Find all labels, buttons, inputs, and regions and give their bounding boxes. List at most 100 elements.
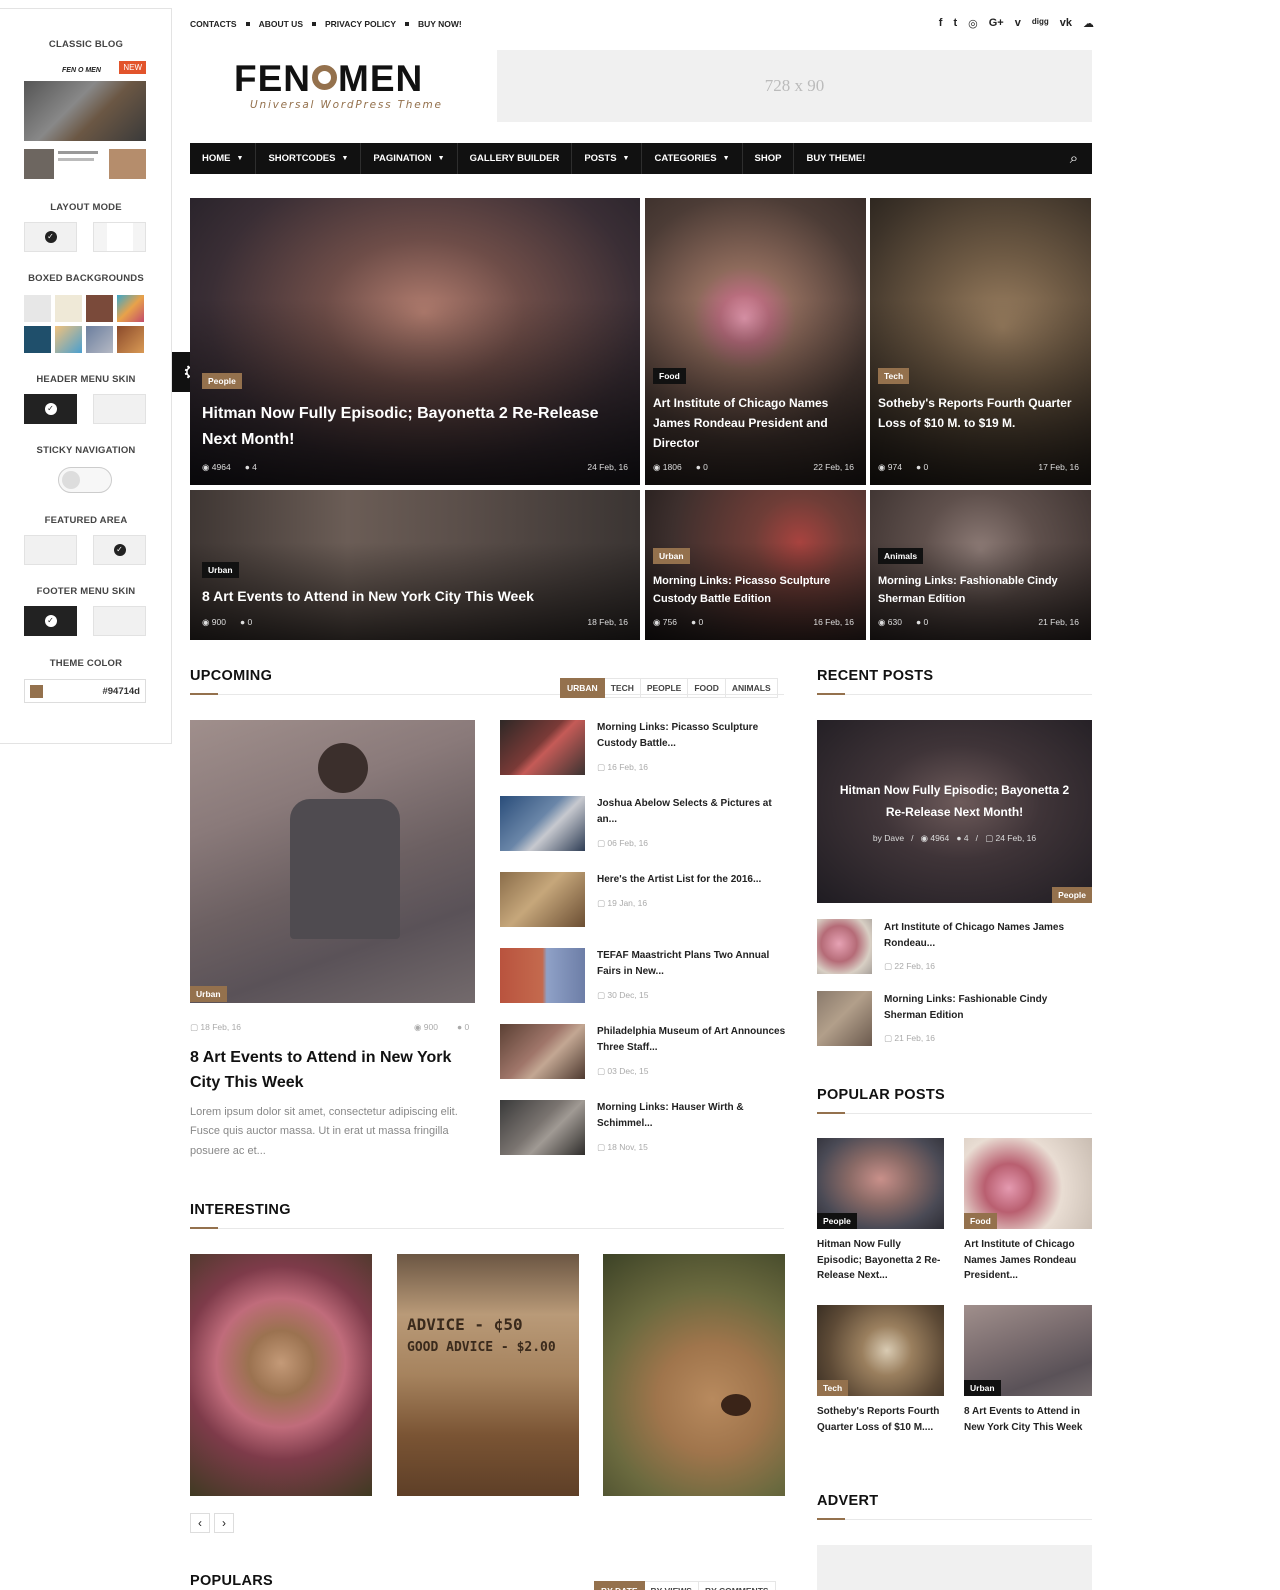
category-badge[interactable]: Tech	[878, 368, 910, 384]
sidebar-ad-placeholder[interactable]	[817, 1545, 1092, 1590]
top-link-privacy[interactable]: PRIVACY POLICY	[325, 19, 396, 29]
nav-item-gallery-builder[interactable]: GALLERY BUILDER	[458, 143, 573, 174]
interesting-image[interactable]	[603, 1254, 785, 1496]
search-icon[interactable]: ⌕	[1056, 143, 1092, 174]
layout-mode-wide-option[interactable]: ✓	[24, 222, 77, 252]
footer-skin-light-option[interactable]	[93, 606, 146, 636]
background-swatch[interactable]	[86, 295, 113, 322]
background-swatch[interactable]	[24, 326, 51, 353]
post-title[interactable]: TEFAF Maastricht Plans Two Annual Fairs …	[597, 948, 787, 979]
post-title[interactable]: Hitman Now Fully Episodic; Bayonetta 2 R…	[829, 780, 1080, 823]
background-swatch[interactable]	[86, 326, 113, 353]
carousel-prev-button[interactable]: ‹	[190, 1513, 210, 1533]
featured-post-large[interactable]: People Hitman Now Fully Episodic; Bayone…	[190, 198, 640, 485]
soundcloud-icon[interactable]: ☁	[1083, 17, 1094, 30]
footer-skin-dark-option[interactable]: ✓	[24, 606, 77, 636]
featured-area-option-1[interactable]	[24, 535, 77, 565]
post-title[interactable]: Hitman Now Fully Episodic; Bayonetta 2 R…	[202, 401, 628, 452]
sticky-navigation-toggle[interactable]	[58, 467, 112, 493]
featured-post[interactable]: Urban 8 Art Events to Attend in New York…	[190, 490, 640, 640]
post-title[interactable]: Sotheby's Reports Fourth Quarter Loss of…	[817, 1404, 944, 1435]
top-link-buy[interactable]: BUY NOW!	[418, 19, 462, 29]
post-title[interactable]: Here's the Artist List for the 2016...	[597, 872, 787, 888]
post-thumbnail[interactable]	[500, 720, 585, 775]
interesting-image[interactable]	[190, 1254, 372, 1496]
category-badge[interactable]: Tech	[817, 1380, 849, 1396]
theme-color-picker[interactable]: #94714d	[24, 679, 146, 703]
category-badge[interactable]: Urban	[202, 562, 239, 578]
nav-item-shortcodes[interactable]: SHORTCODES ▼	[256, 143, 362, 174]
background-swatch[interactable]	[117, 326, 144, 353]
post-title[interactable]: Morning Links: Picasso Sculpture Custody…	[653, 573, 854, 608]
post-thumbnail[interactable]	[817, 919, 872, 974]
top-link-about[interactable]: ABOUT US	[259, 19, 303, 29]
post-thumbnail[interactable]	[500, 796, 585, 851]
post-title[interactable]: Art Institute of Chicago Names James Ron…	[884, 920, 1089, 951]
category-badge[interactable]: People	[817, 1213, 857, 1229]
vk-icon[interactable]: vk	[1060, 17, 1072, 30]
post-title[interactable]: Morning Links: Fashionable Cindy Sherman…	[878, 573, 1079, 608]
post-thumbnail[interactable]	[817, 991, 872, 1046]
category-badge[interactable]: People	[1052, 887, 1092, 903]
top-link-contacts[interactable]: CONTACTS	[190, 19, 237, 29]
tab-by-comments[interactable]: BY COMMENTS	[698, 1581, 776, 1590]
nav-item-buy-theme[interactable]: BUY THEME!	[794, 143, 877, 174]
carousel-next-button[interactable]: ›	[214, 1513, 234, 1533]
featured-post[interactable]: Food Art Institute of Chicago Names Jame…	[645, 198, 866, 485]
layout-mode-boxed-option[interactable]	[93, 222, 146, 252]
post-title[interactable]: 8 Art Events to Attend in New York City …	[202, 586, 628, 607]
upcoming-main-image[interactable]	[190, 720, 475, 1003]
post-title[interactable]: Morning Links: Picasso Sculpture Custody…	[597, 720, 787, 751]
post-thumbnail[interactable]	[500, 1024, 585, 1079]
featured-area-option-2[interactable]: ✓	[93, 535, 146, 565]
nav-item-pagination[interactable]: PAGINATION ▼	[361, 143, 458, 174]
tab-food[interactable]: FOOD	[688, 678, 726, 698]
tab-urban[interactable]: URBAN	[560, 678, 605, 698]
post-title[interactable]: Art Institute of Chicago Names James Ron…	[964, 1237, 1092, 1284]
post-title[interactable]: Philadelphia Museum of Art Announces Thr…	[597, 1024, 787, 1055]
background-swatch[interactable]	[117, 295, 144, 322]
header-skin-light-option[interactable]	[93, 394, 146, 424]
post-title[interactable]: Morning Links: Fashionable Cindy Sherman…	[884, 992, 1089, 1023]
background-swatch[interactable]	[55, 326, 82, 353]
facebook-icon[interactable]: f	[939, 17, 943, 30]
nav-item-posts[interactable]: POSTS ▼	[572, 143, 643, 174]
post-title[interactable]: Morning Links: Hauser Wirth & Schimmel..…	[597, 1100, 787, 1131]
post-thumbnail[interactable]	[500, 1100, 585, 1155]
post-title[interactable]: Hitman Now Fully Episodic; Bayonetta 2 R…	[817, 1237, 944, 1284]
background-swatch[interactable]	[24, 295, 51, 322]
post-thumbnail[interactable]	[500, 872, 585, 927]
category-badge[interactable]: Food	[964, 1213, 997, 1229]
category-badge[interactable]: Urban	[964, 1380, 1001, 1396]
post-title[interactable]: Sotheby's Reports Fourth Quarter Loss of…	[878, 394, 1079, 434]
classic-blog-preview[interactable]: FEN O MEN NEW	[24, 61, 146, 191]
recent-featured-post[interactable]: Hitman Now Fully Episodic; Bayonetta 2 R…	[817, 720, 1092, 903]
tab-by-views[interactable]: BY VIEWS	[644, 1581, 699, 1590]
category-badge[interactable]: People	[202, 373, 242, 389]
header-ad-banner[interactable]: 728 x 90	[497, 50, 1092, 122]
tab-people[interactable]: PEOPLE	[640, 678, 689, 698]
upcoming-main-title[interactable]: 8 Art Events to Attend in New York City …	[190, 1046, 480, 1096]
post-title[interactable]: 8 Art Events to Attend in New York City …	[964, 1404, 1092, 1435]
interesting-image[interactable]: ADVICE - ¢50 GOOD ADVICE - $2.00	[397, 1254, 579, 1496]
twitter-icon[interactable]: t	[953, 17, 957, 30]
category-badge[interactable]: Food	[653, 368, 686, 384]
category-badge[interactable]: Urban	[653, 548, 690, 564]
instagram-icon[interactable]: ◎	[968, 17, 978, 30]
nav-item-categories[interactable]: CATEGORIES ▼	[642, 143, 743, 174]
tab-by-date[interactable]: BY DATE	[594, 1581, 645, 1590]
tab-tech[interactable]: TECH	[604, 678, 641, 698]
post-title[interactable]: Joshua Abelow Selects & Pictures at an..…	[597, 796, 787, 827]
nav-item-shop[interactable]: SHOP	[743, 143, 795, 174]
background-swatch[interactable]	[55, 295, 82, 322]
post-thumbnail[interactable]	[500, 948, 585, 1003]
vimeo-icon[interactable]: v	[1015, 17, 1021, 30]
header-skin-dark-option[interactable]: ✓	[24, 394, 77, 424]
nav-item-home[interactable]: HOME ▼	[190, 143, 257, 174]
google-plus-icon[interactable]: G+	[989, 17, 1004, 30]
digg-icon[interactable]: digg	[1032, 17, 1049, 30]
featured-post[interactable]: Tech Sotheby's Reports Fourth Quarter Lo…	[870, 198, 1091, 485]
featured-post[interactable]: Urban Morning Links: Picasso Sculpture C…	[645, 490, 866, 640]
post-title[interactable]: Art Institute of Chicago Names James Ron…	[653, 394, 854, 453]
featured-post[interactable]: Animals Morning Links: Fashionable Cindy…	[870, 490, 1091, 640]
